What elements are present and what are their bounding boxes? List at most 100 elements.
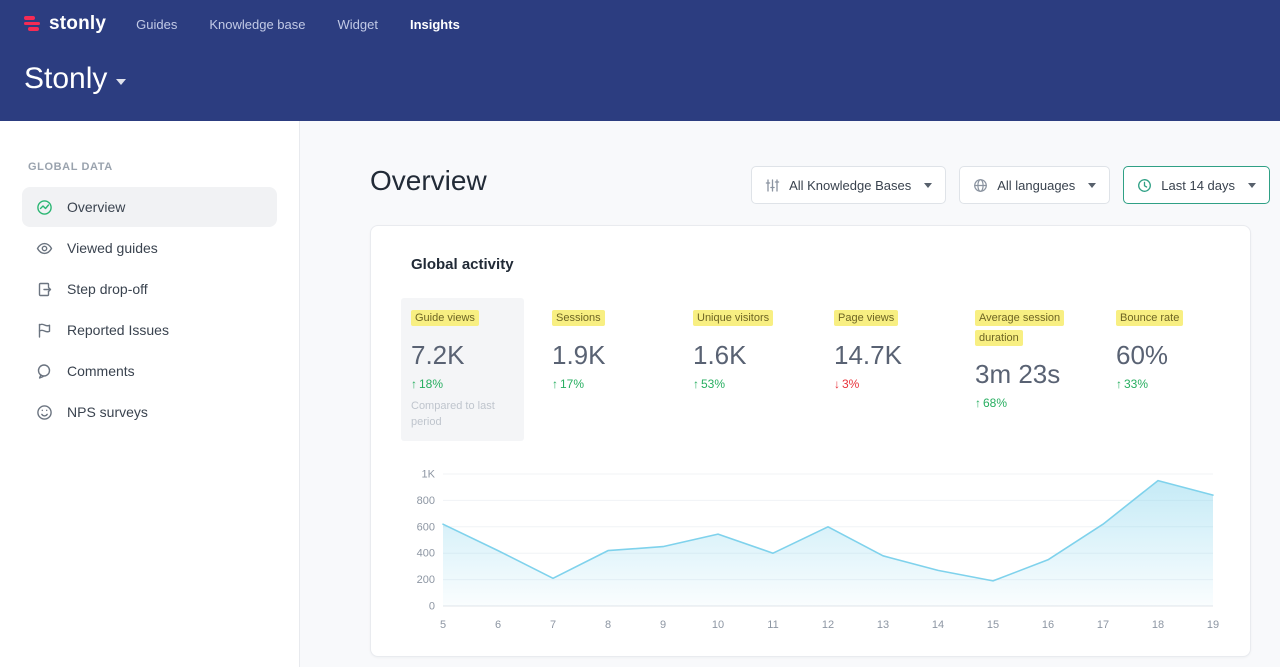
- chevron-down-icon: [924, 183, 932, 188]
- step-dropoff-icon: [36, 281, 53, 298]
- knowledge-bases-filter[interactable]: All Knowledge Bases: [751, 166, 946, 204]
- svg-text:11: 11: [767, 619, 778, 631]
- metrics-row: Guide views 7.2K ↑18% Compared to last p…: [401, 298, 1229, 441]
- svg-text:800: 800: [417, 495, 435, 507]
- sidebar-item-label: Viewed guides: [67, 240, 158, 256]
- nav-items: Guides Knowledge base Widget Insights: [136, 11, 460, 38]
- svg-text:15: 15: [987, 619, 999, 631]
- nav-guides[interactable]: Guides: [136, 11, 177, 38]
- svg-text:12: 12: [822, 619, 834, 631]
- sidebar-item-label: Comments: [67, 363, 135, 379]
- nav-knowledge-base[interactable]: Knowledge base: [209, 11, 305, 38]
- logo-text: stonly: [49, 13, 106, 35]
- metric-label: Sessions: [552, 310, 605, 326]
- svg-text:17: 17: [1097, 619, 1109, 631]
- metric-value: 3m 23s: [975, 359, 1078, 390]
- comment-icon: [36, 363, 53, 380]
- metric-avg-session-duration[interactable]: Average session duration 3m 23s ↑68%: [965, 298, 1088, 441]
- sidebar-section-title: GLOBAL DATA: [28, 161, 299, 173]
- global-activity-card: Global activity Guide views 7.2K ↑18% Co…: [370, 225, 1251, 657]
- workspace-switcher[interactable]: Stonly: [24, 62, 126, 96]
- metric-value: 1.9K: [552, 340, 655, 371]
- svg-text:8: 8: [605, 619, 611, 631]
- metric-value: 1.6K: [693, 340, 796, 371]
- svg-text:18: 18: [1152, 619, 1164, 631]
- filter-label: All languages: [997, 178, 1075, 193]
- svg-text:6: 6: [495, 619, 501, 631]
- metric-sessions[interactable]: Sessions 1.9K ↑17%: [542, 298, 665, 441]
- sidebar-item-label: Overview: [67, 199, 125, 215]
- languages-filter[interactable]: All languages: [959, 166, 1110, 204]
- overview-icon: [36, 199, 53, 216]
- sidebar-item-label: Step drop-off: [67, 281, 148, 297]
- svg-text:19: 19: [1207, 619, 1219, 631]
- svg-text:14: 14: [932, 619, 944, 631]
- metric-guide-views[interactable]: Guide views 7.2K ↑18% Compared to last p…: [401, 298, 524, 441]
- metric-bounce-rate[interactable]: Bounce rate 60% ↑33%: [1106, 298, 1229, 441]
- top-nav: stonly Guides Knowledge base Widget Insi…: [24, 8, 1256, 40]
- arrow-up-icon: ↑: [411, 377, 417, 391]
- arrow-up-icon: ↑: [693, 377, 699, 391]
- svg-text:10: 10: [712, 619, 724, 631]
- metric-label: Page views: [834, 310, 898, 326]
- metric-delta: ↑33%: [1116, 377, 1219, 391]
- activity-chart-container: 0 200 400 600 800 1K 5 6 7 8 9 10 11 12 13 14 15 16 17 18 19: [401, 464, 1221, 636]
- main-content: Overview All Knowledge Bases All languag…: [301, 121, 1280, 667]
- sidebar-item-viewed-guides[interactable]: Viewed guides: [22, 228, 277, 268]
- globe-icon: [973, 178, 988, 193]
- sidebar-item-label: NPS surveys: [67, 404, 148, 420]
- svg-text:5: 5: [440, 619, 446, 631]
- arrow-up-icon: ↑: [552, 377, 558, 391]
- sidebar-item-label: Reported Issues: [67, 322, 169, 338]
- date-range-filter[interactable]: Last 14 days: [1123, 166, 1270, 204]
- stonly-logo[interactable]: stonly: [24, 13, 106, 35]
- metric-delta: ↑17%: [552, 377, 655, 391]
- metric-value: 14.7K: [834, 340, 937, 371]
- nav-widget[interactable]: Widget: [338, 11, 378, 38]
- metric-delta: ↓3%: [834, 377, 937, 391]
- clock-icon: [1137, 178, 1152, 193]
- sidebar-item-reported-issues[interactable]: Reported Issues: [22, 310, 277, 350]
- chevron-down-icon: [1088, 183, 1096, 188]
- filters-row: All Knowledge Bases All languages Last 1…: [751, 166, 1270, 204]
- sidebar-item-overview[interactable]: Overview: [22, 187, 277, 227]
- metric-page-views[interactable]: Page views 14.7K ↓3%: [824, 298, 947, 441]
- metric-delta: ↑68%: [975, 396, 1078, 410]
- workspace-name: Stonly: [24, 62, 107, 96]
- stonly-logo-icon: [24, 16, 42, 32]
- metric-label: Bounce rate: [1116, 310, 1183, 326]
- filter-label: Last 14 days: [1161, 178, 1235, 193]
- metric-delta: ↑53%: [693, 377, 796, 391]
- svg-text:13: 13: [877, 619, 889, 631]
- sidebar-item-comments[interactable]: Comments: [22, 351, 277, 391]
- filter-label: All Knowledge Bases: [789, 178, 911, 193]
- svg-text:1K: 1K: [422, 469, 436, 481]
- sliders-icon: [765, 178, 780, 193]
- flag-icon: [36, 322, 53, 339]
- metric-value: 7.2K: [411, 340, 514, 371]
- top-header: stonly Guides Knowledge base Widget Insi…: [0, 0, 1280, 121]
- svg-text:9: 9: [660, 619, 666, 631]
- metric-note: Compared to last period: [411, 399, 514, 431]
- metric-label: Unique visitors: [693, 310, 773, 326]
- arrow-up-icon: ↑: [975, 396, 981, 410]
- svg-text:600: 600: [417, 521, 435, 533]
- metric-value: 60%: [1116, 340, 1219, 371]
- card-title: Global activity: [411, 256, 514, 273]
- smiley-icon: [36, 404, 53, 421]
- nav-insights[interactable]: Insights: [410, 11, 460, 38]
- svg-text:16: 16: [1042, 619, 1054, 631]
- svg-text:200: 200: [417, 574, 435, 586]
- sidebar: GLOBAL DATA Overview Viewed guides Step …: [0, 121, 300, 667]
- chevron-down-icon: [116, 79, 126, 85]
- svg-text:0: 0: [429, 601, 435, 613]
- metric-label: Guide views: [411, 310, 479, 326]
- activity-chart: 0 200 400 600 800 1K 5 6 7 8 9 10 11 12 13 14 15 16 17 18 19: [401, 464, 1221, 636]
- metric-delta: ↑18%: [411, 377, 514, 391]
- metric-unique-visitors[interactable]: Unique visitors 1.6K ↑53%: [683, 298, 806, 441]
- svg-text:400: 400: [417, 548, 435, 560]
- svg-text:7: 7: [550, 619, 556, 631]
- sidebar-item-step-drop-off[interactable]: Step drop-off: [22, 269, 277, 309]
- sidebar-item-nps-surveys[interactable]: NPS surveys: [22, 392, 277, 432]
- chevron-down-icon: [1248, 183, 1256, 188]
